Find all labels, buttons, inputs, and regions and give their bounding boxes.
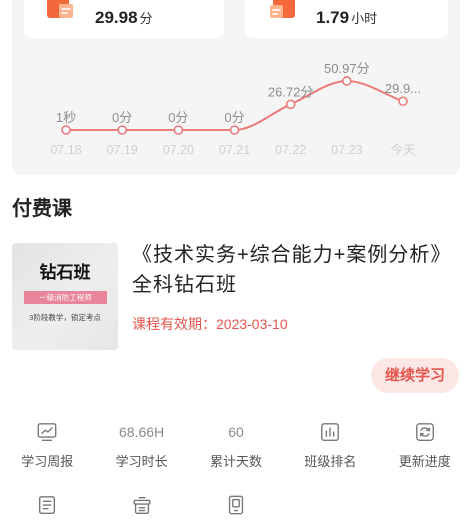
stat-label: 学习周报 xyxy=(21,454,74,469)
stat-class-ranking[interactable]: 班级排名 xyxy=(283,418,377,471)
document-icon xyxy=(39,496,56,514)
tool-item[interactable] xyxy=(189,492,283,518)
study-stats-row: 学习周报 68.66H 学习时长 60 累计天数 班级排名 更新进度 xyxy=(0,418,472,471)
chart-point xyxy=(285,99,296,110)
stat-study-duration: 68.66H 学习时长 xyxy=(94,418,188,471)
stat-label: 班级排名 xyxy=(304,454,357,469)
course-validity: 课程有效期：2023-03-10 xyxy=(132,316,288,332)
chart-point xyxy=(342,76,352,86)
chart-x-tick-label: 今天 xyxy=(390,142,416,157)
chart-x-tick-label: 07.23 xyxy=(331,143,362,157)
chart-point xyxy=(61,125,71,135)
bar-chart-icon xyxy=(321,423,340,441)
chart-data-label: 50.97分 xyxy=(324,61,370,76)
chart-x-tick-label: 07.19 xyxy=(107,143,138,157)
course-thumbnail: 钻石班 一级消防工程师 3阶段教学，锁定考点 xyxy=(12,243,118,350)
stat-value: 60 xyxy=(228,424,244,440)
chart-point xyxy=(173,125,184,135)
chart-data-label: 26.72分 xyxy=(268,84,314,99)
course-title: 《技术实务+综合能力+案例分析》全科钻石班 xyxy=(132,244,452,296)
section-title-paid-courses: 付费课 xyxy=(12,198,72,220)
stat-value: 68.66H xyxy=(119,424,165,440)
tool-item[interactable] xyxy=(94,492,188,518)
continue-learning-button[interactable]: 继续学习 xyxy=(371,358,459,393)
chart-x-tick-label: 07.18 xyxy=(50,143,81,157)
tools-row xyxy=(0,492,472,518)
chart-data-label: 29.9... xyxy=(385,81,421,96)
stat-label: 累计天数 xyxy=(209,454,262,469)
stat-weekly-report[interactable]: 学习周报 xyxy=(0,418,94,471)
chart-point xyxy=(398,96,408,107)
chart-point xyxy=(229,125,240,135)
chart-data-label: 0分 xyxy=(168,110,188,125)
chart-x-tick-label: 07.22 xyxy=(275,143,306,157)
chart-x-tick-label: 07.21 xyxy=(219,143,250,157)
study-overview: 29.98 分 1.79 小时 1秒 07.18 0分 07.19 0分 07.20 0分 07.… xyxy=(0,0,472,175)
stat-label: 学习时长 xyxy=(115,454,168,469)
chart-data-label: 0分 xyxy=(224,110,244,125)
stat-update-progress[interactable]: 更新进度 xyxy=(378,418,472,471)
thumbnail-banner: 一级消防工程师 xyxy=(24,291,107,304)
line-chart-icon xyxy=(37,423,57,441)
tablet-icon xyxy=(228,495,244,515)
box-icon xyxy=(133,496,151,514)
chart-data-label: 1秒 xyxy=(56,110,76,125)
chart-data-label: 0分 xyxy=(112,110,132,125)
thumbnail-title: 钻石班 xyxy=(39,263,91,282)
stat-total-days: 60 累计天数 xyxy=(189,418,283,471)
tool-item[interactable] xyxy=(0,492,94,518)
study-trend-chart: 1秒 07.18 0分 07.19 0分 07.20 0分 07.21 26.72分 07.22 5… xyxy=(50,61,421,157)
course-card[interactable]: 钻石班 一级消防工程师 3阶段教学，锁定考点 《技术实务+综合能力+案例分析》全… xyxy=(12,240,464,395)
chart-point xyxy=(117,125,127,135)
stat-label: 更新进度 xyxy=(398,454,451,469)
chart-x-tick-label: 07.20 xyxy=(163,143,194,157)
refresh-icon xyxy=(415,423,434,441)
thumbnail-tagline: 3阶段教学，锁定考点 xyxy=(29,313,101,322)
